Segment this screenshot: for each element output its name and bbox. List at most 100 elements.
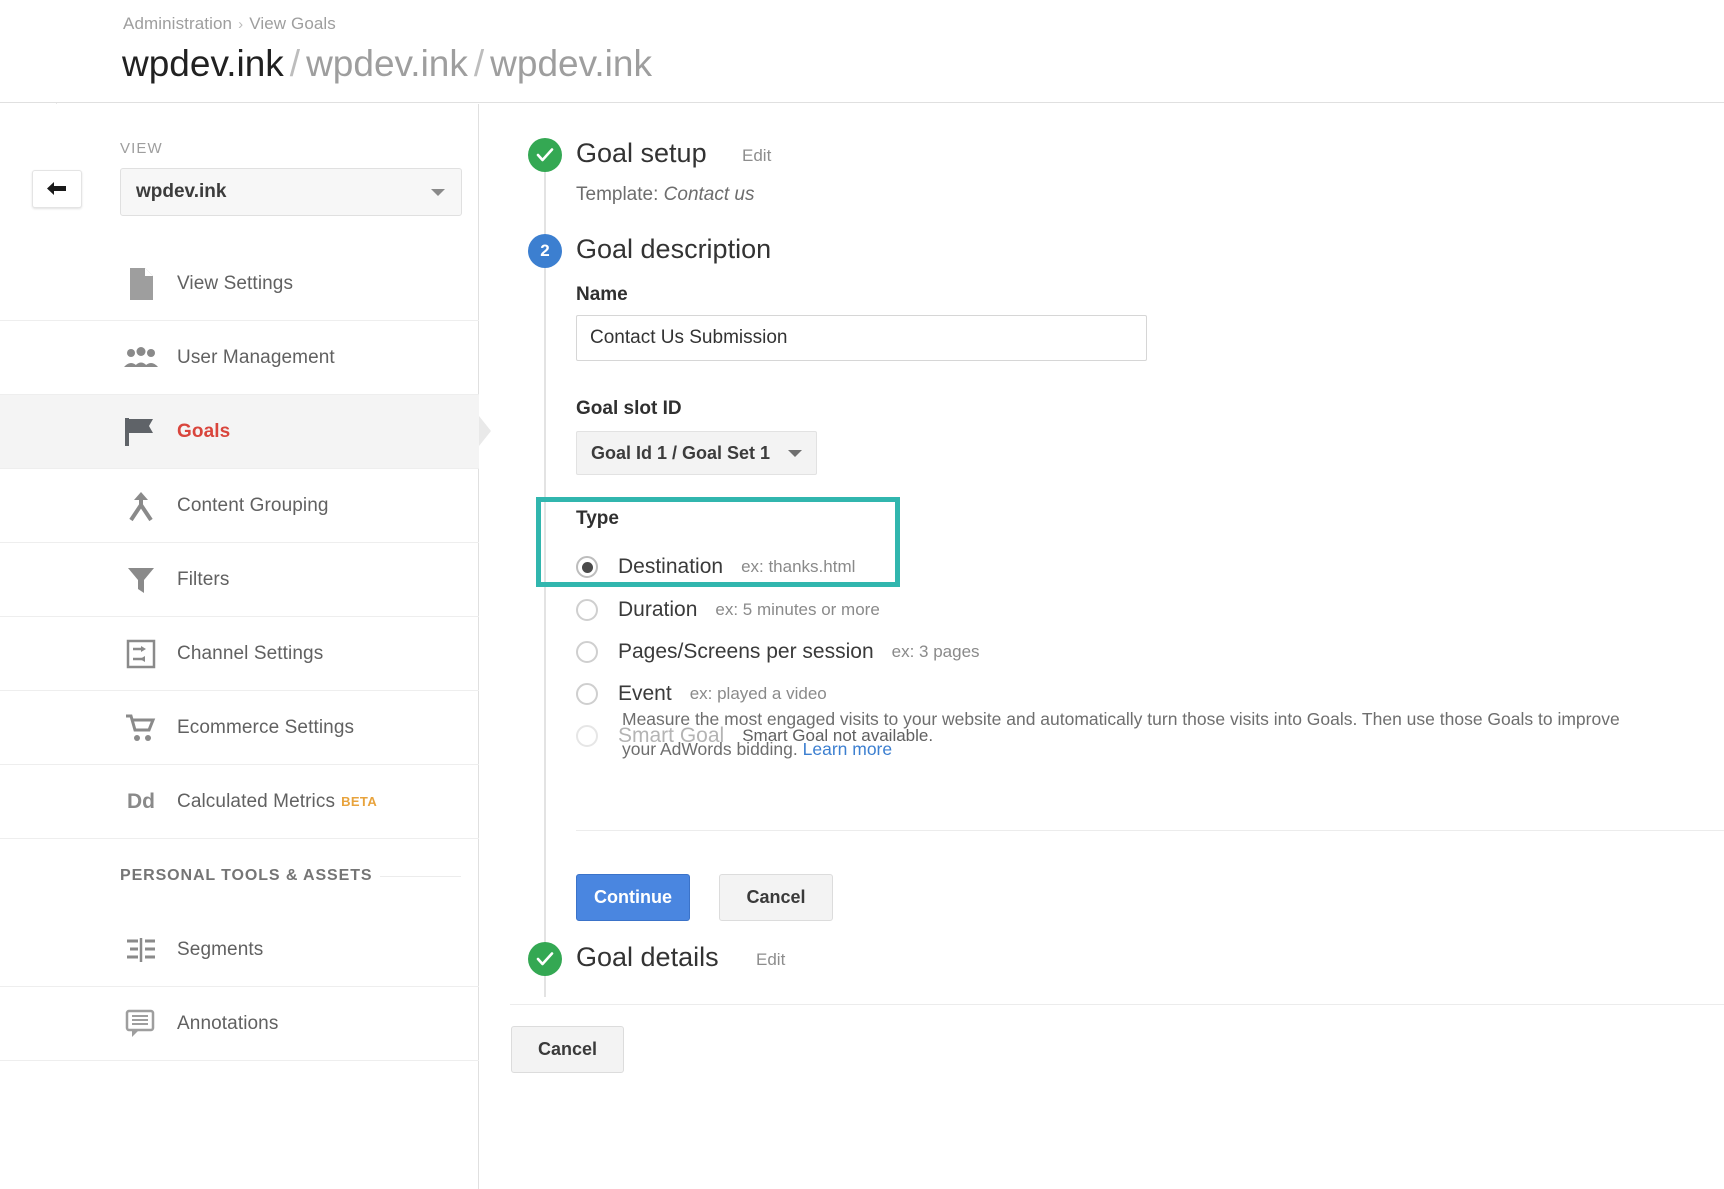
goal-slot-id-select[interactable]: Goal Id 1 / Goal Set 1 (576, 431, 817, 475)
merge-arrows-icon (122, 487, 160, 525)
goal-details-status-badge (528, 942, 562, 976)
shopping-cart-icon (122, 709, 160, 747)
sidebar-item-view-settings[interactable]: View Settings (0, 247, 479, 321)
sidebar-item-calculated-metrics[interactable]: Dd Calculated Metrics BETA (0, 765, 479, 839)
beta-badge: BETA (341, 794, 377, 809)
sidebar-item-goals[interactable]: Goals (0, 395, 479, 469)
goal-slot-id-value: Goal Id 1 / Goal Set 1 (591, 443, 770, 464)
template-value: Contact us (664, 184, 755, 205)
type-option-label: Destination (618, 555, 723, 579)
section-title: PERSONAL TOOLS & ASSETS (120, 867, 372, 885)
segments-icon (122, 931, 160, 969)
type-option-example: ex: thanks.html (741, 557, 855, 577)
sidebar-item-label: User Management (177, 347, 335, 369)
active-item-pointer-icon (479, 416, 491, 446)
view-selector[interactable]: wpdev.ink (120, 168, 462, 216)
personal-tools-section-header: PERSONAL TOOLS & ASSETS (0, 839, 479, 913)
title-view: wpdev.ink (490, 43, 652, 84)
breadcrumb-separator-icon: › (238, 16, 243, 33)
type-option-label: Duration (618, 598, 697, 622)
title-slash-1: / (284, 43, 306, 84)
funnel-icon (122, 561, 160, 599)
radio-duration-icon[interactable] (576, 599, 598, 621)
sidebar-item-label: View Settings (177, 273, 293, 295)
goal-details-edit-link[interactable]: Edit (756, 950, 785, 970)
goal-setup-title: Goal setup (576, 138, 707, 169)
smart-goal-description: Measure the most engaged visits to your … (622, 704, 1654, 764)
footer-divider (510, 1004, 1724, 1005)
type-option-duration[interactable]: Duration ex: 5 minutes or more (576, 593, 880, 627)
channel-icon (122, 635, 160, 673)
cancel-button[interactable]: Cancel (719, 874, 833, 921)
continue-button[interactable]: Continue (576, 874, 690, 921)
sidebar-item-label: Ecommerce Settings (177, 717, 354, 739)
breadcrumb-administration[interactable]: Administration (123, 14, 232, 33)
type-label: Type (576, 508, 619, 530)
goal-setup-status-badge (528, 138, 562, 172)
type-option-example: ex: 3 pages (892, 642, 980, 662)
document-icon (122, 265, 160, 303)
goal-description-status-badge: 2 (528, 234, 562, 268)
sidebar-item-label: Segments (177, 939, 263, 961)
radio-smart-goal-icon (576, 725, 598, 747)
people-icon (122, 339, 160, 377)
sidebar-item-content-grouping[interactable]: Content Grouping (0, 469, 479, 543)
breadcrumb-view-goals[interactable]: View Goals (249, 14, 336, 33)
radio-destination-icon[interactable] (576, 556, 598, 578)
chevron-down-icon (788, 450, 802, 457)
type-option-example: ex: 5 minutes or more (715, 600, 879, 620)
flag-icon (122, 413, 160, 451)
sidebar-item-label: Content Grouping (177, 495, 329, 517)
goal-slot-id-label: Goal slot ID (576, 398, 682, 420)
goal-setup-edit-link[interactable]: Edit (742, 146, 771, 166)
admin-sidebar: VIEW wpdev.ink View Settings User Manage… (0, 104, 479, 1189)
annotations-icon (122, 1005, 160, 1043)
chevron-down-icon (431, 189, 445, 196)
page-title: wpdev.ink/wpdev.ink/wpdev.ink (122, 43, 652, 85)
sidebar-item-label: Calculated Metrics (177, 791, 335, 813)
back-arrow-icon (44, 179, 70, 199)
sidebar-item-label: Filters (177, 569, 229, 591)
template-prefix: Template: (576, 184, 664, 205)
sidebar-item-label: Channel Settings (177, 643, 323, 665)
learn-more-link[interactable]: Learn more (803, 739, 893, 759)
name-field-label: Name (576, 284, 628, 306)
sidebar-item-segments[interactable]: Segments (0, 913, 479, 987)
sidebar-nav-list: View Settings User Management Goals (0, 247, 479, 1061)
type-option-example: ex: played a video (690, 684, 827, 704)
smart-goal-description-text: Measure the most engaged visits to your … (622, 709, 1620, 759)
breadcrumb: Administration › View Goals (123, 14, 336, 34)
cancel-bottom-button[interactable]: Cancel (511, 1026, 624, 1073)
type-option-label: Event (618, 682, 672, 706)
view-selector-value: wpdev.ink (136, 181, 226, 203)
page-header: Administration›View Goals wpdev.ink/wpde… (0, 0, 1724, 103)
title-account: wpdev.ink (122, 43, 284, 84)
sidebar-item-label: Annotations (177, 1013, 278, 1035)
check-icon (535, 145, 555, 165)
radio-pages-screens-icon[interactable] (576, 641, 598, 663)
goal-setup-template: Template: Contact us (576, 184, 754, 206)
step-rail (544, 152, 546, 997)
main-content: Goal setup Edit Template: Contact us 2 G… (480, 104, 1724, 1189)
back-button[interactable] (32, 170, 82, 208)
section-divider (380, 876, 461, 877)
type-option-destination[interactable]: Destination ex: thanks.html (576, 550, 855, 584)
sidebar-item-annotations[interactable]: Annotations (0, 987, 479, 1061)
goal-details-title: Goal details (576, 942, 719, 973)
sidebar-item-user-management[interactable]: User Management (0, 321, 479, 395)
sidebar-item-channel-settings[interactable]: Channel Settings (0, 617, 479, 691)
type-option-label: Pages/Screens per session (618, 640, 874, 664)
sidebar-item-label: Goals (177, 421, 230, 443)
section-divider (576, 830, 1724, 831)
check-icon (535, 949, 555, 969)
sidebar-item-filters[interactable]: Filters (0, 543, 479, 617)
step-number: 2 (540, 241, 549, 261)
title-property: wpdev.ink (306, 43, 468, 84)
type-option-pages-screens-per-session[interactable]: Pages/Screens per session ex: 3 pages (576, 635, 980, 669)
name-input[interactable] (576, 315, 1147, 361)
title-slash-2: / (468, 43, 490, 84)
dd-icon: Dd (122, 783, 160, 821)
radio-event-icon[interactable] (576, 683, 598, 705)
goal-description-title: Goal description (576, 234, 771, 265)
sidebar-item-ecommerce-settings[interactable]: Ecommerce Settings (0, 691, 479, 765)
